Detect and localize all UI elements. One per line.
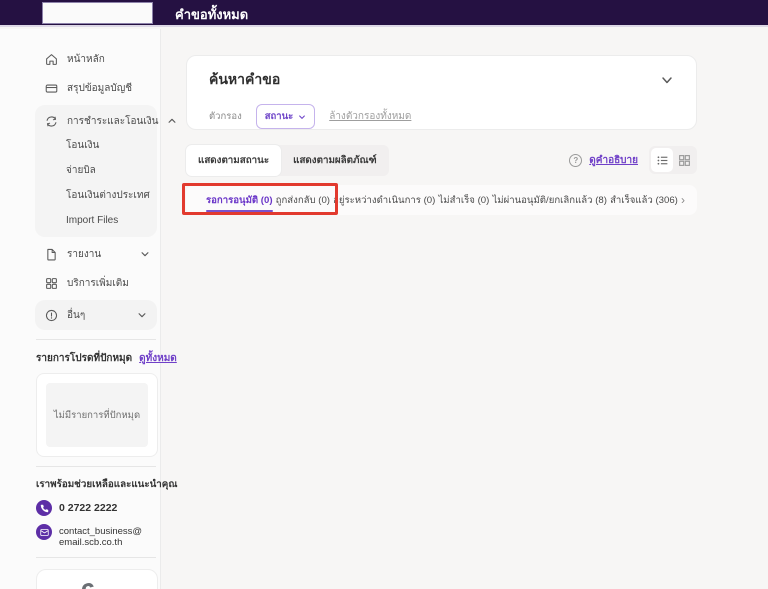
tab-rejected-cancelled[interactable]: ไม่ผ่านอนุมัติ/ยกเลิกแล้ว (8)	[492, 185, 607, 215]
tab-unsuccessful[interactable]: ไม่สำเร็จ (0)	[438, 185, 489, 215]
segment-by-product[interactable]: แสดงตามผลิตภัณฑ์	[281, 145, 389, 176]
tab-pending-approval[interactable]: รอการอนุมัติ (0)	[206, 185, 273, 215]
sidebar-subitem-label: จ่ายบิล	[66, 165, 96, 176]
page-title: คำขอทั้งหมด	[175, 7, 249, 22]
status-filter-value: สถานะ	[264, 111, 294, 122]
help-contact-block: เราพร้อมช่วยเหลือและแนะนำคุณ 0 2722 2222…	[36, 477, 178, 548]
view-legend-link[interactable]: ดูคำอธิบาย	[589, 153, 638, 168]
sidebar-item-label: สรุปข้อมูลบัญชี	[67, 82, 133, 94]
sidebar-subitem-international-transfer[interactable]: โอนเงินต่างประเทศ	[35, 183, 157, 208]
transfer-icon	[45, 115, 58, 128]
account-summary-icon	[45, 82, 58, 95]
clear-all-filters-link[interactable]: ล้างตัวกรองทั้งหมด	[329, 109, 411, 124]
filter-label: ตัวกรอง	[209, 111, 242, 122]
results-toolbar: แสดงตามสถานะ แสดงตามผลิตภัณฑ์ ? ดูคำอธิบ…	[186, 144, 697, 176]
sidebar-item-label: การชำระและโอนเงิน	[67, 115, 159, 127]
top-header-bar: คำขอทั้งหมด	[0, 0, 768, 27]
sidebar-item-account-summary[interactable]: สรุปข้อมูลบัญชี	[0, 76, 160, 100]
sidebar: หน้าหลัก สรุปข้อมูลบัญชี การชำระและโอนเง…	[0, 29, 178, 589]
chevron-down-icon[interactable]	[137, 310, 147, 320]
sidebar-divider	[36, 557, 156, 558]
info-icon	[45, 309, 58, 322]
sidebar-nav: หน้าหลัก สรุปข้อมูลบัญชี การชำระและโอนเง…	[0, 29, 176, 330]
sidebar-item-others[interactable]: อื่นๆ	[35, 300, 157, 330]
grid-view-button[interactable]	[673, 148, 695, 172]
email-contact-row[interactable]: contact_business@ email.scb.co.th	[36, 524, 160, 548]
chevron-down-icon	[299, 114, 306, 119]
email-address: contact_business@ email.scb.co.th	[59, 526, 143, 548]
sidebar-group-payments: การชำระและโอนเงิน โอนเงิน จ่ายบิล โอนเงิ…	[35, 105, 176, 237]
favorites-title: รายการโปรดที่ปักหมุด	[36, 353, 133, 364]
collapse-chevron-icon[interactable]	[660, 73, 674, 87]
chevron-down-icon[interactable]	[140, 249, 150, 259]
sidebar-item-more-services[interactable]: บริการเพิ่มเติม	[0, 271, 160, 295]
tab-returned[interactable]: ถูกส่งกลับ (0)	[276, 185, 330, 215]
list-view-button[interactable]	[651, 148, 673, 172]
sidebar-item-payments-transfers[interactable]: การชำระและโอนเงิน	[35, 109, 176, 133]
report-icon	[45, 248, 58, 261]
segment-by-status[interactable]: แสดงตามสถานะ	[186, 144, 282, 176]
phone-contact-row[interactable]: 0 2722 2222	[36, 500, 160, 516]
favorites-card: ไม่มีรายการที่ปักหมุด	[36, 373, 158, 457]
services-icon	[45, 277, 58, 290]
logo-placeholder	[42, 2, 153, 24]
help-heading: เราพร้อมช่วยเหลือและแนะนำคุณ	[36, 479, 178, 490]
favorites-header: รายการโปรดที่ปักหมุด ดูทั้งหมด	[36, 351, 177, 366]
tab-completed[interactable]: สำเร็จแล้ว (306)	[610, 185, 678, 215]
grid-view-icon	[678, 154, 690, 166]
sidebar-divider	[36, 339, 156, 340]
status-filter-dropdown[interactable]: สถานะ	[255, 104, 316, 129]
sidebar-item-reports[interactable]: รายงาน	[0, 242, 160, 266]
help-icon: ?	[569, 153, 583, 167]
sidebar-divider	[36, 466, 156, 467]
sidebar-item-label: หน้าหลัก	[67, 53, 105, 65]
sidebar-subitem-label: โอนเงินต่างประเทศ	[66, 190, 150, 201]
sidebar-subitem-pay-bill[interactable]: จ่ายบิล	[35, 158, 157, 183]
currency-illustration-icon: €	[77, 577, 99, 589]
view-mode-segmented-control: แสดงตามสถานะ แสดงตามผลิตภัณฑ์	[186, 144, 389, 176]
home-icon	[45, 53, 58, 66]
app-window: คำขอทั้งหมด หน้าหลัก สรุปข้อมูลบัญชี การ…	[0, 0, 768, 589]
sidebar-subitem-label: โอนเงิน	[66, 140, 100, 151]
tabs-overflow-chevron-icon[interactable]: ›	[681, 193, 685, 207]
sidebar-item-label: อื่นๆ	[67, 309, 86, 321]
sidebar-subitem-import-files[interactable]: Import Files	[35, 208, 157, 233]
list-view-icon	[657, 155, 667, 165]
search-request-card: ค้นหาคำขอ ตัวกรอง สถานะ ล้างตัวกรองทั้งห…	[186, 55, 697, 130]
status-tabs: รอการอนุมัติ (0) ถูกส่งกลับ (0) อยู่ระหว…	[186, 185, 697, 215]
layout-toggle-group	[649, 146, 697, 174]
phone-icon	[36, 500, 52, 516]
sidebar-item-label: รายงาน	[67, 248, 102, 260]
sidebar-item-home[interactable]: หน้าหลัก	[0, 47, 160, 71]
email-icon	[36, 524, 52, 540]
promo-banner-card[interactable]: €	[36, 569, 158, 589]
favorites-empty-state: ไม่มีรายการที่ปักหมุด	[46, 383, 148, 447]
sidebar-item-label: บริการเพิ่มเติม	[67, 277, 129, 289]
sidebar-subitem-transfer[interactable]: โอนเงิน	[35, 133, 157, 158]
phone-number: 0 2722 2222	[59, 502, 118, 514]
tab-in-progress[interactable]: อยู่ระหว่างดำเนินการ (0)	[333, 185, 435, 215]
search-card-title: ค้นหาคำขอ	[209, 71, 281, 87]
sidebar-subitem-label: Import Files	[66, 215, 119, 226]
main-content: ค้นหาคำขอ ตัวกรอง สถานะ ล้างตัวกรองทั้งห…	[162, 29, 768, 589]
